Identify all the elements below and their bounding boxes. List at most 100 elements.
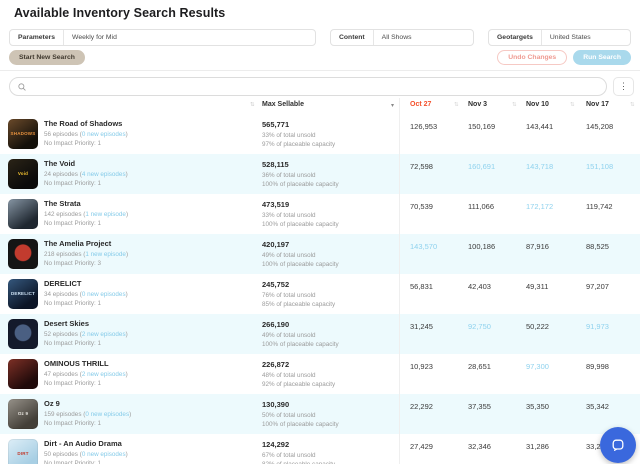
parameters-label: Parameters (10, 30, 65, 45)
max-sellable-cell: 245,752 76% of total unsold 85% of place… (262, 280, 335, 311)
show-title[interactable]: Desert Skies (44, 319, 128, 328)
max-sellable-cell: 266,190 49% of total unsold 100% of plac… (262, 320, 339, 351)
max-sellable-value: 130,390 (262, 400, 290, 409)
content-value[interactable]: All Shows (374, 30, 473, 45)
column-divider (399, 314, 400, 354)
chat-widget-button[interactable] (600, 427, 636, 463)
column-divider (399, 98, 400, 114)
new-episodes-link[interactable]: 1 new episode (85, 211, 126, 218)
show-artwork: DIRT (8, 439, 38, 464)
column-header-date[interactable]: Nov 3 (468, 101, 487, 108)
show-priority: No Impact Priority: 1 (44, 140, 102, 147)
cell-value: 70,539 (410, 202, 433, 211)
show-artwork-label: Void (17, 170, 29, 176)
show-title[interactable]: The Amelia Project (44, 239, 128, 248)
new-episodes-link[interactable]: 0 new episodes (82, 451, 126, 458)
new-episodes-link[interactable]: 1 new episode (85, 251, 126, 258)
table-row[interactable]: OMINOUS THRILL 47 episodes (2 new episod… (0, 354, 640, 394)
show-title[interactable]: The Strata (44, 199, 128, 208)
show-title[interactable]: The Void (44, 159, 128, 168)
show-priority: No Impact Priority: 1 (44, 460, 102, 464)
run-search-button[interactable]: Run Search (573, 50, 631, 65)
content-filter[interactable]: Content All Shows (330, 29, 474, 46)
show-artwork (8, 239, 38, 269)
cell-value: 10,923 (410, 362, 433, 371)
cell-value: 27,429 (410, 442, 433, 451)
show-priority: No Impact Priority: 1 (44, 180, 102, 187)
table-search-bar[interactable] (9, 77, 607, 96)
show-episodes: 34 episodes (0 new episodes) (44, 290, 128, 298)
cell-value: 37,355 (468, 402, 491, 411)
table-row[interactable]: DERELICT DERELICT 34 episodes (0 new epi… (0, 274, 640, 314)
sort-icon[interactable]: ⇅ (630, 102, 635, 108)
new-episodes-link[interactable]: 2 new episodes (82, 331, 126, 338)
show-priority: No Impact Priority: 1 (44, 420, 102, 427)
undo-changes-button[interactable]: Undo Changes (497, 50, 568, 65)
show-priority: No Impact Priority: 1 (44, 340, 102, 347)
sort-icon[interactable]: ⇅ (250, 102, 255, 108)
geotargets-value[interactable]: United States (542, 30, 630, 45)
show-artwork: Void (8, 159, 38, 189)
new-episodes-link[interactable]: 0 new episodes (85, 411, 129, 418)
new-episodes-link[interactable]: 4 new episodes (82, 171, 126, 178)
table-row[interactable]: DIRT Dirt - An Audio Drama 50 episodes (… (0, 434, 640, 464)
geotargets-filter[interactable]: Geotargets United States (488, 29, 631, 46)
cell-value: 143,718 (526, 162, 554, 171)
show-episodes: 142 episodes (1 new episode) (44, 210, 129, 218)
max-sellable-cell: 420,197 49% of total unsold 100% of plac… (262, 240, 339, 271)
unsold-percent: 50% of total unsold (262, 411, 316, 419)
table-row[interactable]: Desert Skies 52 episodes (2 new episodes… (0, 314, 640, 354)
new-episodes-link[interactable]: 2 new episodes (82, 371, 126, 378)
column-header-date[interactable]: Oct 27 (410, 101, 431, 108)
unsold-percent: 33% of total unsold (262, 211, 316, 219)
show-title[interactable]: OMINOUS THRILL (44, 359, 128, 368)
column-divider (399, 394, 400, 434)
table-row[interactable]: The Amelia Project 218 episodes (1 new e… (0, 234, 640, 274)
column-header-date[interactable]: Nov 10 (526, 101, 549, 108)
max-sellable-cell: 130,390 50% of total unsold 100% of plac… (262, 400, 339, 431)
sort-icon[interactable]: ⇅ (512, 102, 517, 108)
max-sellable-value: 266,190 (262, 320, 290, 329)
parameters-filter[interactable]: Parameters Weekly for Mid (9, 29, 316, 46)
cell-value: 31,245 (410, 322, 433, 331)
sort-icon[interactable]: ⇅ (454, 102, 459, 108)
show-episodes: 159 episodes (0 new episodes) (44, 410, 132, 418)
cell-value: 72,598 (410, 162, 433, 171)
cell-value: 160,691 (468, 162, 496, 171)
show-episodes: 52 episodes (2 new episodes) (44, 330, 128, 338)
show-title[interactable]: DERELICT (44, 279, 128, 288)
show-title[interactable]: The Road of Shadows (44, 119, 128, 128)
sort-down-icon[interactable]: ▾ (391, 102, 394, 109)
sort-icon[interactable]: ⇅ (570, 102, 575, 108)
column-header-date[interactable]: Nov 17 (586, 101, 609, 108)
cell-value: 49,311 (526, 282, 549, 291)
cell-value: 91,973 (586, 322, 609, 331)
search-input[interactable] (31, 83, 598, 90)
cell-value: 89,998 (586, 362, 609, 371)
cell-value: 119,742 (586, 202, 613, 211)
max-sellable-value: 473,519 (262, 200, 290, 209)
new-episodes-link[interactable]: 0 new episodes (82, 131, 126, 138)
show-info: The Road of Shadows 56 episodes (0 new e… (44, 119, 128, 147)
parameters-value[interactable]: Weekly for Mid (64, 30, 315, 45)
show-priority: No Impact Priority: 3 (44, 260, 102, 267)
cell-value: 35,350 (526, 402, 549, 411)
table-row[interactable]: The Strata 142 episodes (1 new episode) … (0, 194, 640, 234)
placeable-percent: 100% of placeable capacity (262, 221, 339, 228)
table-row[interactable]: Oz 9 Oz 9 159 episodes (0 new episodes) … (0, 394, 640, 434)
cell-value: 22,292 (410, 402, 433, 411)
cell-value: 92,750 (468, 322, 491, 331)
table-options-button[interactable]: ⋮ (613, 77, 634, 96)
show-title[interactable]: Dirt - An Audio Drama (44, 439, 128, 448)
column-header-max-sellable[interactable]: Max Sellable (262, 101, 304, 108)
start-new-search-button[interactable]: Start New Search (9, 50, 85, 65)
show-priority: No Impact Priority: 1 (44, 380, 102, 387)
cell-value: 172,172 (526, 202, 554, 211)
show-title[interactable]: Oz 9 (44, 399, 131, 408)
placeable-percent: 92% of placeable capacity (262, 381, 336, 388)
table-row[interactable]: Void The Void 24 episodes (4 new episode… (0, 154, 640, 194)
new-episodes-link[interactable]: 0 new episodes (82, 291, 126, 298)
show-artwork (8, 319, 38, 349)
table-row[interactable]: SHADOWS The Road of Shadows 56 episodes … (0, 114, 640, 154)
show-artwork-label: SHADOWS (10, 130, 36, 136)
